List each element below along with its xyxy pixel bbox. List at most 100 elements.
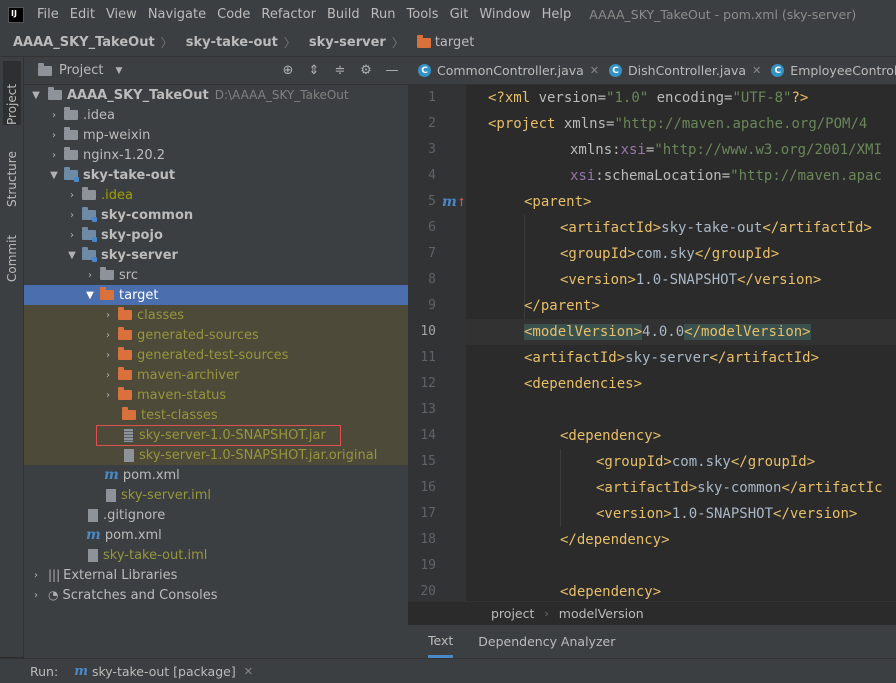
menu-refactor[interactable]: Refactor <box>261 7 316 22</box>
menu-build[interactable]: Build <box>327 7 360 22</box>
tree-item[interactable]: ▼ sky-server <box>24 245 408 265</box>
chevron-right-icon[interactable]: › <box>102 390 114 401</box>
menu-git[interactable]: Git <box>450 7 469 22</box>
chevron-right-icon[interactable]: › <box>66 210 78 221</box>
tree-item[interactable]: sky-server-1.0-SNAPSHOT.jar.original <box>24 445 408 465</box>
tree-item[interactable]: ▼ AAAA_SKY_TakeOut D:\AAAA_SKY_TakeOut <box>24 85 408 105</box>
tree-item[interactable]: m pom.xml <box>24 465 408 485</box>
project-view-selector[interactable]: Project <box>59 63 103 78</box>
tree-item-label: sky-take-out <box>83 167 176 183</box>
tree-item[interactable]: › ||| External Libraries <box>24 565 408 585</box>
menu-navigate[interactable]: Navigate <box>148 7 206 22</box>
tree-item[interactable]: ▼ sky-take-out <box>24 165 408 185</box>
close-icon[interactable]: ✕ <box>244 665 253 678</box>
tree-item[interactable]: › ◔ Scratches and Consoles <box>24 585 408 605</box>
tree-item[interactable]: › src <box>24 265 408 285</box>
tree-item[interactable]: test-classes <box>24 405 408 425</box>
chevron-right-icon[interactable]: › <box>30 570 42 581</box>
editor-breadcrumb-item[interactable]: project <box>491 606 534 621</box>
run-config-tab[interactable]: sky-take-out [package] <box>92 664 236 679</box>
chevron-right-icon[interactable]: › <box>66 230 78 241</box>
tree-item[interactable]: › nginx-1.20.2 <box>24 145 408 165</box>
close-icon[interactable]: ✕ <box>752 64 761 77</box>
chevron-right-icon[interactable]: › <box>48 130 60 141</box>
chevron-down-icon[interactable]: ▼ <box>115 66 122 76</box>
tree-item-label: sky-common <box>101 207 194 223</box>
tab-structure[interactable]: Structure <box>3 137 21 207</box>
chevron-down-icon[interactable]: ▼ <box>66 250 78 261</box>
tree-item[interactable]: m pom.xml <box>24 525 408 545</box>
run-tool-window-bar: Run: m sky-take-out [package] ✕ <box>0 658 896 683</box>
tab-commit[interactable]: Commit <box>3 222 21 282</box>
menu-help[interactable]: Help <box>542 7 572 22</box>
breadcrumb-item[interactable]: sky-take-out <box>186 35 278 50</box>
code-token: <parent> <box>524 194 592 210</box>
code-token: <dependency> <box>560 428 662 444</box>
chevron-down-icon[interactable]: ▼ <box>48 170 60 181</box>
tab-text-label: Text <box>428 632 454 648</box>
code-token: <groupId> <box>596 454 672 470</box>
tab-project[interactable]: Project <box>3 61 21 125</box>
editor-tab[interactable]: C EmployeeController <box>771 63 896 78</box>
breadcrumb-item[interactable]: target <box>416 34 474 50</box>
breadcrumb-item[interactable]: AAAA_SKY_TakeOut <box>13 35 155 50</box>
maven-parent-icon[interactable]: m↑ <box>442 194 466 210</box>
chevron-down-icon[interactable]: ▼ <box>84 290 96 301</box>
chevron-down-icon[interactable]: ▼ <box>30 90 42 101</box>
tree-item[interactable]: sky-take-out.iml <box>24 545 408 565</box>
code-editor[interactable]: <?xml version="1.0" encoding="UTF-8"?> <… <box>466 85 896 601</box>
code-token: sky-common <box>697 480 782 496</box>
run-label: Run: <box>30 663 59 679</box>
tab-dependency-analyzer[interactable]: Dependency Analyzer <box>478 625 615 658</box>
java-class-icon: C <box>771 64 785 77</box>
tree-item[interactable]: › generated-sources <box>24 325 408 345</box>
tree-item[interactable]: › .idea <box>24 105 408 125</box>
collapse-all-icon[interactable]: ≑ <box>332 63 348 79</box>
chevron-right-icon[interactable]: › <box>102 330 114 341</box>
menu-run[interactable]: Run <box>371 7 396 22</box>
menu-window[interactable]: Window <box>479 7 530 22</box>
gear-icon[interactable]: ⚙ <box>358 63 374 79</box>
tree-item[interactable]: › classes <box>24 305 408 325</box>
tree-item-label: test-classes <box>141 407 218 423</box>
tree-item[interactable]: › generated-test-sources <box>24 345 408 365</box>
chevron-right-icon[interactable]: › <box>102 310 114 321</box>
chevron-right-icon[interactable]: › <box>30 590 42 601</box>
folder-icon <box>100 287 114 300</box>
minimize-icon[interactable]: — <box>384 63 400 79</box>
menu-edit[interactable]: Edit <box>70 7 95 22</box>
chevron-right-icon[interactable]: › <box>102 370 114 381</box>
tree-item[interactable]: › maven-status <box>24 385 408 405</box>
maven-icon: m <box>104 467 119 483</box>
tab-text[interactable]: Text <box>428 625 454 658</box>
chevron-right-icon[interactable]: › <box>84 270 96 281</box>
expand-all-icon[interactable]: ⇕ <box>306 63 322 79</box>
tree-item[interactable]: .gitignore <box>24 505 408 525</box>
chevron-right-icon[interactable]: › <box>102 350 114 361</box>
editor-breadcrumb-item[interactable]: modelVersion <box>559 606 644 621</box>
chevron-right-icon[interactable]: › <box>66 190 78 201</box>
close-icon[interactable]: ✕ <box>590 64 599 77</box>
line-number: 19 <box>420 558 436 573</box>
editor-tab[interactable]: C CommonController.java ✕ <box>418 63 599 78</box>
code-token: </modelVersion> <box>684 324 811 340</box>
tree-item[interactable]: › sky-pojo <box>24 225 408 245</box>
menu-file[interactable]: File <box>37 7 59 22</box>
code-token: </dependency> <box>560 532 670 548</box>
editor-tab[interactable]: C DishController.java ✕ <box>609 63 761 78</box>
breadcrumb-item[interactable]: sky-server <box>309 35 386 50</box>
menu-view[interactable]: View <box>106 7 137 22</box>
tree-item-selected[interactable]: ▼ target <box>24 285 408 305</box>
menu-tools[interactable]: Tools <box>407 7 439 22</box>
tree-item[interactable]: › sky-common <box>24 205 408 225</box>
locate-icon[interactable]: ⊕ <box>280 63 296 79</box>
java-class-icon: C <box>418 64 431 77</box>
tree-item[interactable]: › mp-weixin <box>24 125 408 145</box>
chevron-right-icon[interactable]: › <box>48 110 60 121</box>
tree-item[interactable]: › .idea <box>24 185 408 205</box>
tree-item[interactable]: sky-server.iml <box>24 485 408 505</box>
tree-item[interactable]: › maven-archiver <box>24 365 408 385</box>
chevron-right-icon[interactable]: › <box>48 150 60 161</box>
menu-code[interactable]: Code <box>217 7 250 22</box>
line-number: 17 <box>420 506 436 521</box>
